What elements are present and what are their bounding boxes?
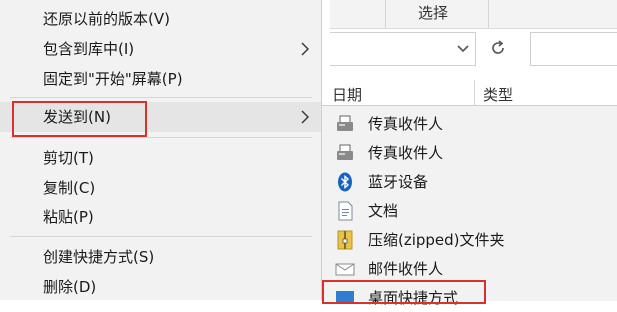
mail-icon bbox=[335, 263, 355, 276]
submenu-item-fax-recipient[interactable]: 传真收件人 bbox=[322, 138, 617, 167]
fax-icon bbox=[337, 144, 353, 160]
ribbon-select-group[interactable]: 选择 bbox=[418, 2, 448, 23]
context-menu: 还原以前的版本(V) 包含到库中(I) 固定到"开始"屏幕(P) 发送到(N) … bbox=[0, 0, 322, 300]
menu-item-label: 还原以前的版本(V) bbox=[43, 10, 170, 28]
search-box[interactable] bbox=[530, 32, 617, 66]
menu-item-label: 固定到"开始"屏幕(P) bbox=[43, 70, 183, 88]
zip-folder-icon bbox=[337, 230, 353, 250]
menu-item-label: 复制(C) bbox=[43, 179, 96, 197]
submenu-item-label: 邮件收件人 bbox=[368, 260, 444, 278]
menu-item-copy[interactable]: 复制(C) bbox=[0, 173, 321, 203]
menu-item-cut[interactable]: 剪切(T) bbox=[0, 143, 321, 173]
submenu-item-documents[interactable]: 文档 bbox=[322, 196, 617, 225]
submenu-item-zip-folder[interactable]: 压缩(zipped)文件夹 bbox=[322, 225, 617, 254]
ribbon-divider bbox=[488, 0, 489, 28]
menu-item-restore-previous-versions[interactable]: 还原以前的版本(V) bbox=[0, 4, 321, 34]
send-to-submenu: 传真收件人 传真收件人 蓝牙设备 文档 压缩(zipped)文件夹 邮件收件人 … bbox=[321, 105, 617, 307]
menu-item-delete[interactable]: 删除(D) bbox=[0, 272, 321, 302]
submenu-item-label: 压缩(zipped)文件夹 bbox=[368, 231, 505, 249]
column-divider[interactable] bbox=[474, 80, 475, 106]
chevron-down-icon[interactable] bbox=[455, 40, 471, 56]
highlight-box-send-to bbox=[12, 101, 147, 137]
menu-item-label: 包含到库中(I) bbox=[43, 40, 135, 58]
submenu-item-fax-recipient[interactable]: 传真收件人 bbox=[322, 109, 617, 138]
menu-item-label: 创建快捷方式(S) bbox=[43, 248, 155, 266]
menu-item-paste[interactable]: 粘贴(P) bbox=[0, 202, 321, 232]
menu-item-label: 剪切(T) bbox=[43, 149, 94, 167]
menu-item-label: 删除(D) bbox=[43, 278, 97, 296]
chevron-right-icon bbox=[301, 42, 309, 56]
submenu-item-label: 蓝牙设备 bbox=[368, 173, 429, 191]
menu-item-create-shortcut[interactable]: 创建快捷方式(S) bbox=[0, 242, 321, 272]
refresh-icon[interactable] bbox=[488, 38, 508, 58]
chevron-right-icon bbox=[301, 110, 309, 124]
ribbon-bar bbox=[330, 0, 617, 29]
submenu-item-label: 传真收件人 bbox=[368, 144, 444, 162]
menu-item-pin-to-start[interactable]: 固定到"开始"屏幕(P) bbox=[0, 64, 321, 94]
documents-icon bbox=[338, 201, 353, 221]
menu-separator bbox=[10, 236, 312, 237]
submenu-item-mail-recipient[interactable]: 邮件收件人 bbox=[322, 254, 617, 283]
column-header-date[interactable]: 日期 bbox=[332, 84, 362, 105]
column-header-type[interactable]: 类型 bbox=[483, 84, 513, 105]
submenu-item-label: 传真收件人 bbox=[368, 115, 444, 133]
ribbon-divider bbox=[385, 0, 386, 28]
menu-item-label: 粘贴(P) bbox=[43, 208, 94, 226]
submenu-item-bluetooth-device[interactable]: 蓝牙设备 bbox=[322, 167, 617, 196]
submenu-item-label: 文档 bbox=[368, 202, 399, 220]
fax-icon bbox=[337, 115, 353, 131]
highlight-box-desktop-shortcut bbox=[322, 280, 486, 304]
menu-separator bbox=[10, 137, 312, 138]
bluetooth-icon bbox=[338, 172, 352, 192]
menu-separator bbox=[10, 97, 312, 98]
menu-item-include-in-library[interactable]: 包含到库中(I) bbox=[0, 34, 321, 64]
